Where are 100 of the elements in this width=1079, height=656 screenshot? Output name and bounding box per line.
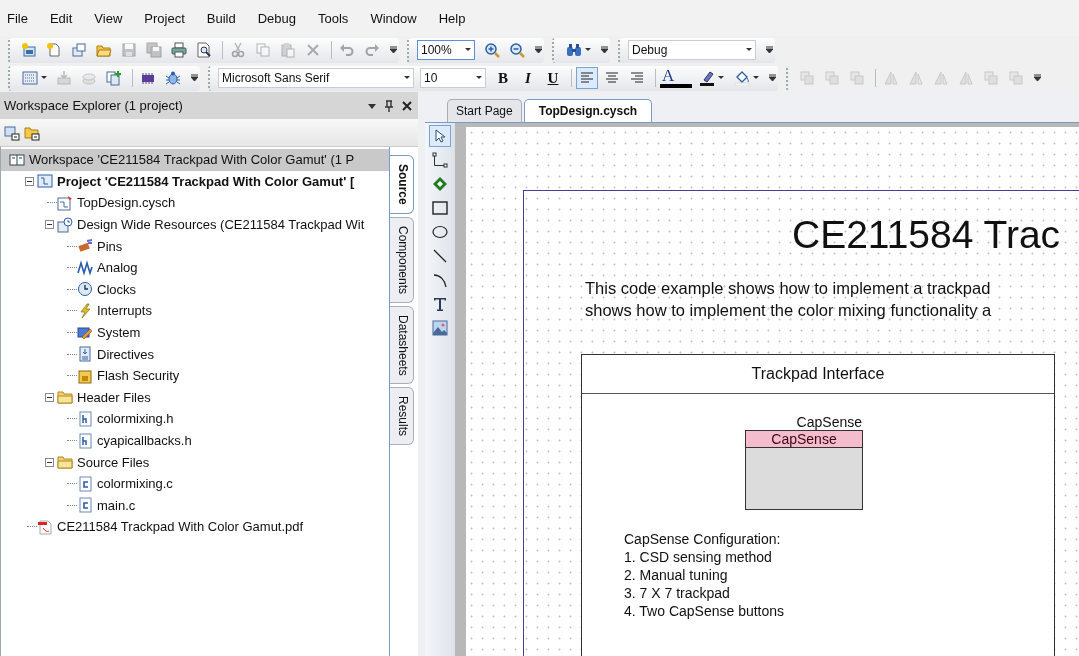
dropdown-field[interactable]: 100% — [417, 40, 475, 60]
expander-icon[interactable] — [24, 176, 34, 186]
print-icon[interactable] — [171, 42, 187, 58]
format-button[interactable]: U — [542, 67, 564, 89]
caret-icon[interactable] — [584, 48, 591, 52]
overflow-chevron-icon[interactable] — [601, 46, 608, 54]
tree-item[interactable]: colormixing.h — [1, 408, 389, 430]
zoom-in-icon[interactable] — [484, 42, 500, 58]
pin-icon[interactable] — [384, 99, 394, 112]
tree-item[interactable]: Interrupts — [1, 300, 389, 322]
configuration-note: CapSense Configuration: 1. CSD sensing method 2. Manual tuning 3. 7 X 7 trackpad 4. Two CapSense buttons — [624, 530, 786, 620]
tree-item[interactable]: Workspace 'CE211584 Trackpad With Color Gamut' (1 P — [1, 149, 389, 171]
side-tab[interactable]: Datasheets — [390, 305, 414, 385]
dropdown-arrow-icon[interactable] — [368, 101, 376, 110]
caret-icon[interactable] — [404, 76, 410, 80]
tree-item[interactable]: Source Files — [1, 451, 389, 473]
description-line: This code example shows how to implement a trackpad — [585, 278, 992, 299]
close-icon[interactable] — [402, 100, 412, 111]
tree-item[interactable]: CE211584 Trackpad With Color Gamut.pdf — [1, 516, 389, 538]
copy-plus-icon[interactable] — [106, 70, 122, 86]
tree-item[interactable]: Header Files — [1, 386, 389, 409]
menu-item[interactable]: Tools — [313, 8, 358, 28]
expander-icon[interactable] — [44, 220, 54, 230]
text-tool-icon — [432, 296, 448, 312]
panel-title: Workspace Explorer (1 project) — [4, 98, 183, 113]
menu-item[interactable]: View — [89, 8, 132, 28]
collapse-folder-icon[interactable] — [24, 124, 40, 141]
caret-icon[interactable] — [476, 76, 482, 80]
pdf-icon — [37, 518, 53, 535]
source-file-icon — [77, 497, 93, 514]
book-icon — [9, 151, 25, 168]
paint-bucket-icon[interactable] — [733, 70, 750, 86]
tree-item[interactable]: Pins — [1, 235, 389, 257]
window-icon[interactable] — [71, 42, 87, 58]
tree-item[interactable]: cyapicallbacks.h — [1, 429, 389, 452]
tree-item[interactable]: System — [1, 321, 389, 344]
overflow-chevron-icon[interactable] — [390, 46, 397, 54]
print-preview-icon[interactable] — [196, 42, 212, 58]
dropdown-field[interactable]: Microsoft Sans Serif — [218, 68, 414, 88]
caret-icon[interactable] — [40, 76, 47, 80]
menu-item[interactable]: Project — [139, 8, 194, 28]
expander-icon[interactable] — [44, 392, 54, 402]
document-tab[interactable]: Start Page — [447, 99, 522, 122]
caret-icon[interactable] — [465, 48, 471, 52]
highlighter-icon[interactable] — [698, 70, 715, 86]
binoculars-icon[interactable] — [565, 42, 582, 58]
format-button[interactable]: B — [492, 67, 514, 89]
overflow-chevron-icon[interactable] — [535, 46, 542, 54]
diamond-icon — [432, 176, 448, 192]
open-folder-icon[interactable] — [96, 42, 112, 58]
overflow-chevron-icon[interactable] — [1034, 74, 1041, 82]
tree-item[interactable]: Design Wide Resources (CE211584 Trackpad Wit — [1, 213, 389, 236]
tree-item[interactable]: Analog — [1, 256, 389, 279]
menu-item[interactable]: Build — [201, 8, 245, 28]
bug-icon[interactable] — [165, 70, 181, 86]
tree-item[interactable]: colormixing.c — [1, 472, 389, 495]
format-button[interactable]: I — [517, 67, 539, 89]
font-color-button[interactable]: A — [660, 68, 692, 88]
schematic-icon — [57, 195, 73, 211]
menu-item[interactable]: Debug — [252, 8, 305, 28]
tree-item[interactable]: Project 'CE211584 Trackpad With Color Gamut' [ — [1, 170, 389, 193]
menu-item[interactable]: File — [2, 8, 37, 28]
tree-item[interactable]: Directives — [1, 343, 389, 365]
caret-icon[interactable] — [752, 76, 759, 80]
dropdown-field[interactable]: 10 — [420, 68, 486, 88]
overflow-chevron-icon[interactable] — [766, 46, 773, 54]
component-symbol[interactable]: CapSense — [745, 430, 863, 510]
header-file-icon — [77, 410, 93, 427]
pointer-tool[interactable] — [429, 125, 451, 147]
caret-icon[interactable] — [717, 76, 724, 80]
new-project-icon[interactable] — [21, 42, 37, 58]
side-tab[interactable]: Results — [390, 387, 414, 446]
menu-item[interactable]: Edit — [44, 8, 82, 28]
side-tab[interactable]: Components — [390, 216, 414, 303]
locked-folder-icon — [77, 367, 93, 384]
sheet-title: CE211584 Trac — [792, 213, 1061, 257]
clock-icon — [77, 281, 93, 298]
tree-item[interactable]: TopDesign.cysch — [1, 192, 389, 214]
tree-item[interactable]: Flash Security — [1, 364, 389, 387]
header-file-icon — [77, 432, 93, 449]
description-line: shows how to implement the color mixing functionality a — [585, 300, 992, 321]
align-right-icon — [629, 70, 645, 86]
picture-tool[interactable] — [429, 317, 451, 339]
tree-item[interactable]: Clocks — [1, 278, 389, 301]
collapse-window-icon[interactable] — [4, 124, 20, 141]
tree-item[interactable]: main.c — [1, 494, 389, 517]
caret-icon[interactable] — [746, 48, 752, 52]
wire-icon — [432, 152, 448, 168]
overflow-chevron-icon[interactable] — [191, 74, 198, 82]
side-tab[interactable]: Source — [390, 155, 414, 214]
overflow-chevron-icon[interactable] — [769, 74, 776, 82]
chip-icon[interactable] — [140, 70, 156, 86]
wire-tool[interactable] — [429, 149, 451, 171]
expander-icon[interactable] — [44, 457, 54, 467]
document-tab[interactable]: TopDesign.cysch — [523, 99, 653, 122]
zoom-out-icon[interactable] — [509, 42, 525, 58]
menu-item[interactable]: Help — [433, 8, 475, 28]
menu-item[interactable]: Window — [365, 8, 426, 28]
dropdown-field[interactable]: Debug — [628, 40, 756, 60]
align-left-button[interactable] — [576, 67, 598, 89]
